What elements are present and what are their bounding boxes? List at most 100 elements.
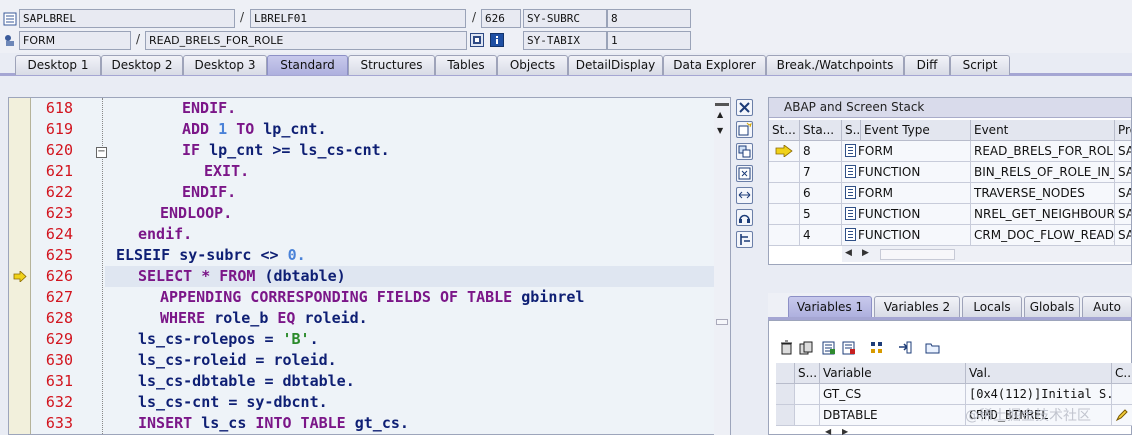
line-number: 632 <box>45 393 73 411</box>
program-name-field[interactable]: SAPLBREL <box>19 9 235 28</box>
var-change[interactable] <box>1112 384 1132 405</box>
services-tool-icon[interactable] <box>736 209 753 226</box>
folder-icon[interactable] <box>925 340 940 355</box>
tab-data-explorer[interactable]: Data Explorer <box>663 55 766 75</box>
tab-variables-1[interactable]: Variables 1 <box>788 296 872 317</box>
load-icon[interactable] <box>821 340 836 355</box>
line-number: 630 <box>45 351 73 369</box>
var-col-header-c[interactable]: C... <box>1112 363 1132 384</box>
tab-desktop-1[interactable]: Desktop 1 <box>15 55 101 75</box>
tab-desktop-3[interactable]: Desktop 3 <box>183 55 267 75</box>
var-col-header-variable[interactable]: Variable <box>820 363 966 384</box>
tab-objects[interactable]: Objects <box>497 55 568 75</box>
col-header-s[interactable]: S... <box>842 120 861 141</box>
var-col-header-value[interactable]: Val. <box>966 363 1112 384</box>
save-icon[interactable] <box>841 340 856 355</box>
code-line-629: ls_cs-rolepos = 'B'. <box>138 330 319 348</box>
col-header-st[interactable]: St... <box>769 120 800 141</box>
debugger-desktop-tabs: Desktop 1 Desktop 2 Desktop 3 Standard S… <box>0 53 1132 76</box>
hierarchy-icon[interactable] <box>869 340 884 355</box>
line-number: 633 <box>45 414 73 432</box>
code-line-623: ENDLOOP. <box>160 204 233 222</box>
col-header-stack-level[interactable]: Sta... <box>800 120 842 141</box>
tab-standard[interactable]: Standard <box>267 55 348 75</box>
stack-event-type[interactable]: FUNCTION <box>842 162 971 183</box>
scroll-right-icon[interactable]: ▶ <box>862 248 869 258</box>
stack-program[interactable]: SAI <box>1115 141 1131 162</box>
var-col-header-s[interactable]: S... <box>795 363 820 384</box>
editor-scrollbar[interactable]: ▲ ▼ <box>714 99 730 435</box>
tab-locals[interactable]: Locals <box>962 296 1022 317</box>
scroll-thumb[interactable] <box>716 319 728 325</box>
delete-all-icon[interactable] <box>798 340 813 355</box>
row-selector[interactable] <box>776 384 795 405</box>
info-icon[interactable] <box>490 33 504 47</box>
tab-tables[interactable]: Tables <box>435 55 497 75</box>
line-number: 626 <box>45 267 73 285</box>
code-document-icon <box>845 207 856 220</box>
stack-level[interactable]: 6 <box>800 183 842 204</box>
resize-tool-icon[interactable] <box>736 187 753 204</box>
tab-desktop-2[interactable]: Desktop 2 <box>101 55 183 75</box>
tool-column <box>734 97 756 248</box>
col-header-event[interactable]: Event <box>971 120 1115 141</box>
line-number-field[interactable]: 626 <box>481 9 521 28</box>
swap-tool-icon[interactable] <box>736 143 753 160</box>
stack-level[interactable]: 5 <box>800 204 842 225</box>
stack-level[interactable]: 7 <box>800 162 842 183</box>
stack-event[interactable]: BIN_RELS_OF_ROLE_IN_... <box>971 162 1115 183</box>
stack-level[interactable]: 4 <box>800 225 842 246</box>
stack-event[interactable]: CRM_DOC_FLOW_READ_... <box>971 225 1115 246</box>
stack-program[interactable]: SAI <box>1115 225 1131 246</box>
var-name[interactable]: GT_CS <box>820 384 966 405</box>
scroll-down-icon[interactable]: ▼ <box>717 126 723 135</box>
stack-event[interactable]: READ_BRELS_FOR_ROLE <box>971 141 1115 162</box>
edit-pencil-icon[interactable] <box>1115 408 1129 422</box>
tab-detail-display[interactable]: DetailDisplay <box>568 55 663 75</box>
settings-tool-icon[interactable] <box>736 231 753 248</box>
stack-level[interactable]: 8 <box>800 141 842 162</box>
abap-screen-stack-panel: ABAP and Screen Stack St... Sta... S... … <box>768 97 1132 265</box>
var-change[interactable] <box>1112 405 1132 426</box>
scroll-up-icon[interactable]: ▲ <box>717 110 723 119</box>
navigate-icon[interactable] <box>897 340 912 355</box>
sysubrc-label: SY-SUBRC <box>523 9 607 28</box>
include-name-field[interactable]: LBRELF01 <box>250 9 466 28</box>
delete-variable-icon[interactable] <box>779 340 794 355</box>
new-tool-icon[interactable] <box>736 121 753 138</box>
event-type-field[interactable]: FORM <box>19 31 131 50</box>
close-tool-icon[interactable] <box>736 99 753 116</box>
tab-diff[interactable]: Diff <box>904 55 950 75</box>
stack-event-type[interactable]: FORM <box>842 141 971 162</box>
tab-globals[interactable]: Globals <box>1024 296 1080 317</box>
tab-script[interactable]: Script <box>950 55 1010 75</box>
maximize-tool-icon[interactable] <box>736 165 753 182</box>
event-icon <box>3 33 17 47</box>
row-selector[interactable] <box>776 405 795 426</box>
tab-break-watchpoints[interactable]: Break./Watchpoints <box>766 55 904 75</box>
stack-program[interactable]: SAI <box>1115 183 1131 204</box>
stack-event-type[interactable]: FUNCTION <box>842 225 971 246</box>
tab-variables-2[interactable]: Variables 2 <box>874 296 960 317</box>
var-scroll-right-icon[interactable]: ▶ <box>842 427 848 435</box>
var-value[interactable]: [0x4(112)]Initial S... <box>966 384 1112 405</box>
col-header-event-type[interactable]: Event Type <box>861 120 971 141</box>
scroll-thumb[interactable] <box>880 249 955 260</box>
var-name[interactable]: DBTABLE <box>820 405 966 426</box>
stack-event[interactable]: TRAVERSE_NODES <box>971 183 1115 204</box>
stack-program[interactable]: SAI <box>1115 204 1131 225</box>
stack-event[interactable]: NREL_GET_NEIGHBOUR... <box>971 204 1115 225</box>
col-header-program[interactable]: Pro <box>1115 120 1131 141</box>
var-scroll-left-icon[interactable]: ◀ <box>825 427 831 435</box>
stack-program[interactable]: SAI <box>1115 162 1131 183</box>
stack-horizontal-scrollbar[interactable]: ◀ ▶ <box>842 246 1131 262</box>
source-code-editor[interactable]: − 618 619 620 621 622 623 624 625 626 62… <box>8 97 731 435</box>
stack-event-type[interactable]: FORM <box>842 183 971 204</box>
tab-structures[interactable]: Structures <box>348 55 435 75</box>
tab-auto[interactable]: Auto <box>1082 296 1132 317</box>
scroll-left-icon[interactable]: ◀ <box>845 248 852 258</box>
event-name-field[interactable]: READ_BRELS_FOR_ROLE <box>145 31 467 50</box>
display-source-icon[interactable] <box>470 33 484 47</box>
stack-event-type[interactable]: FUNCTION <box>842 204 971 225</box>
stack-marker-cell <box>769 225 800 246</box>
